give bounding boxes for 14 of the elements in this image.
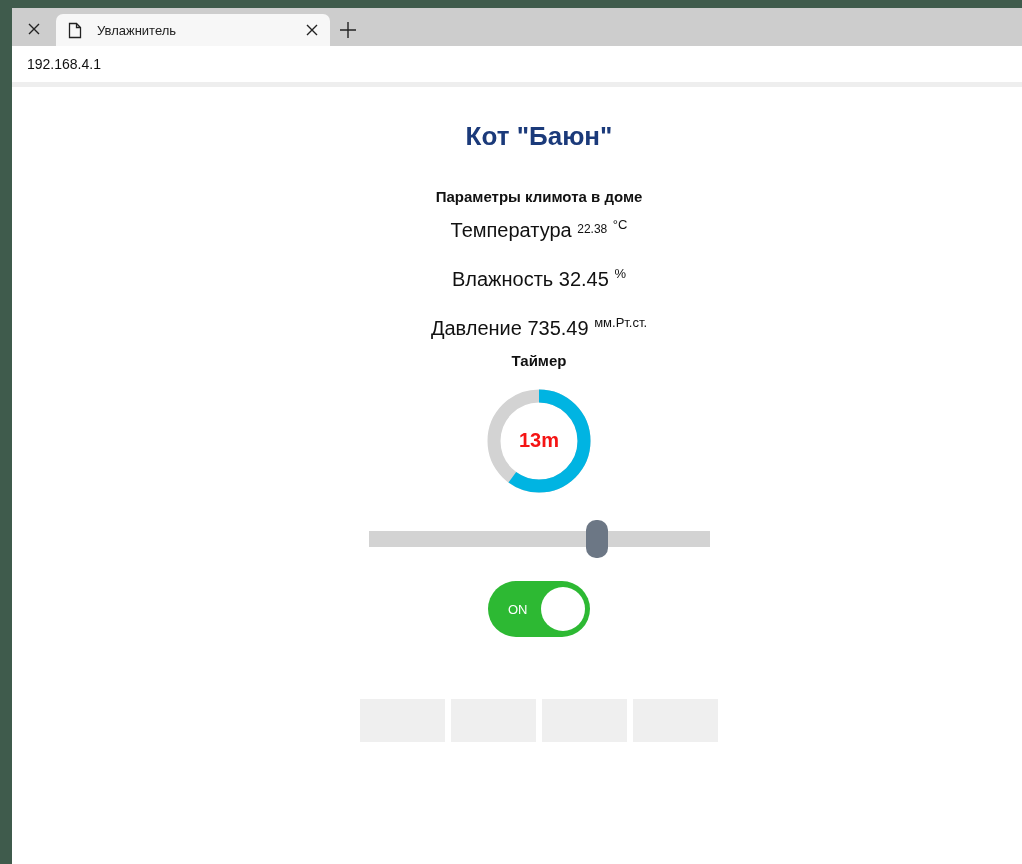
climate-reading: Давление 735.49 $^{мм.Рт.ст.}$ (430, 315, 648, 341)
section-title: Параметры климота в доме (435, 188, 643, 205)
close-icon[interactable] (28, 23, 40, 35)
climate-reading: Влажность 32.45 $^{%}$ (452, 266, 626, 292)
timer-title: Таймер (511, 352, 567, 369)
address-bar[interactable]: 192.168.4.1 (12, 46, 1022, 87)
slider-thumb[interactable] (585, 520, 608, 558)
new-tab-icon[interactable] (340, 22, 356, 38)
tab-title: Увлажнитель (97, 22, 178, 38)
browser-tab[interactable]: Увлажнитель (56, 14, 330, 46)
timer-value: 13m (518, 429, 560, 452)
page-icon (68, 21, 82, 39)
close-icon[interactable] (306, 24, 318, 36)
page-title: Кот "Баюн" (465, 121, 613, 152)
